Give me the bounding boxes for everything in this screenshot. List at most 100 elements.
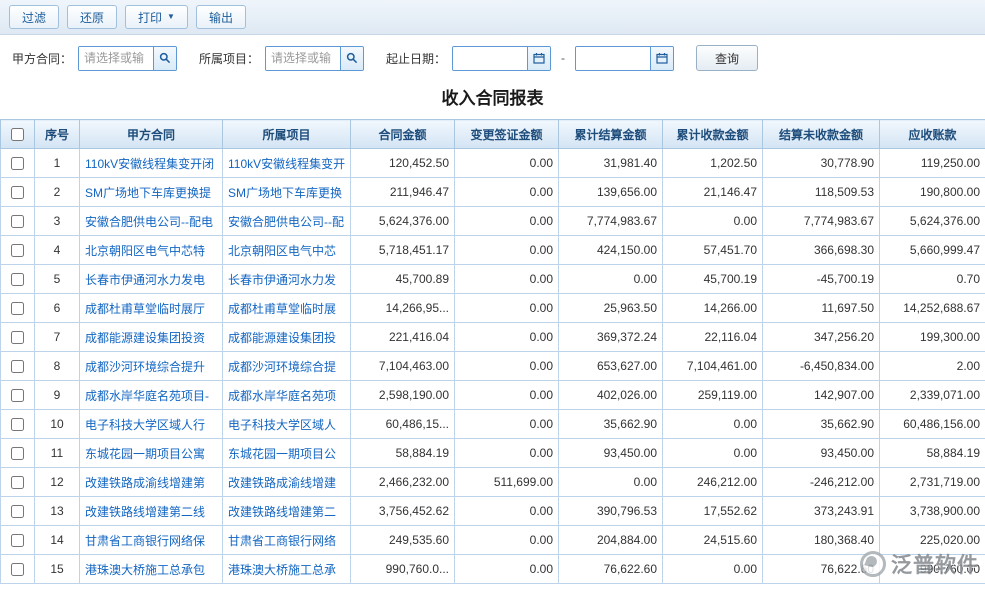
row-checkbox[interactable] [11, 331, 24, 344]
project-link[interactable]: 长春市伊通河水力发 [223, 265, 351, 294]
contract-link[interactable]: 成都水岸华庭名苑项目- [80, 381, 223, 410]
contract-link[interactable]: 改建铁路线增建第二线 [80, 497, 223, 526]
chevron-down-icon: ▼ [167, 13, 175, 21]
contract-link[interactable]: 成都能源建设集团投资 [80, 323, 223, 352]
print-button-label: 打印 [138, 9, 162, 26]
row-checkbox[interactable] [11, 360, 24, 373]
project-link[interactable]: SM广场地下车库更换 [223, 178, 351, 207]
amount-cell: 0.70 [880, 265, 985, 294]
row-checkbox[interactable] [11, 476, 24, 489]
project-link[interactable]: 甘肃省工商银行网络 [223, 526, 351, 555]
amount-cell: 0.00 [663, 207, 763, 236]
column-header-received: 累计收款金额 [663, 120, 763, 149]
table-row: 13改建铁路线增建第二线改建铁路线增建第二3,756,452.620.00390… [1, 497, 985, 526]
amount-cell: 0.00 [455, 352, 559, 381]
row-index-cell: 2 [35, 178, 80, 207]
project-input[interactable] [266, 47, 340, 70]
row-checkbox[interactable] [11, 534, 24, 547]
amount-cell: 57,451.70 [663, 236, 763, 265]
contract-link[interactable]: 东城花园一期项目公寓 [80, 439, 223, 468]
party-contract-input[interactable] [79, 47, 153, 70]
amount-cell: -45,700.19 [763, 265, 880, 294]
amount-cell: 2,339,071.00 [880, 381, 985, 410]
row-checkbox-cell [1, 149, 35, 178]
contract-link[interactable]: 长春市伊通河水力发电 [80, 265, 223, 294]
date-end-picker-button[interactable] [650, 47, 673, 70]
amount-cell: 22,116.04 [663, 323, 763, 352]
row-index-cell: 1 [35, 149, 80, 178]
project-search-button[interactable] [340, 47, 363, 70]
export-button[interactable]: 输出 [196, 5, 246, 29]
amount-cell: 0.00 [455, 323, 559, 352]
row-checkbox[interactable] [11, 215, 24, 228]
row-checkbox[interactable] [11, 418, 24, 431]
row-checkbox[interactable] [11, 505, 24, 518]
row-checkbox[interactable] [11, 157, 24, 170]
contract-link[interactable]: 港珠澳大桥施工总承包 [80, 555, 223, 584]
amount-cell: 190,800.00 [880, 178, 985, 207]
project-link[interactable]: 成都杜甫草堂临时展 [223, 294, 351, 323]
project-link[interactable]: 东城花园一期项目公 [223, 439, 351, 468]
contract-link[interactable]: SM广场地下车库更换提 [80, 178, 223, 207]
print-button[interactable]: 打印 ▼ [125, 5, 188, 29]
contract-link[interactable]: 改建铁路成渝线增建第 [80, 468, 223, 497]
row-checkbox[interactable] [11, 389, 24, 402]
amount-cell: 21,146.47 [663, 178, 763, 207]
calendar-icon [656, 52, 668, 64]
amount-cell: 180,368.40 [763, 526, 880, 555]
filter-button-label: 过滤 [22, 9, 46, 26]
amount-cell: 0.00 [663, 555, 763, 584]
row-checkbox[interactable] [11, 447, 24, 460]
table-header-row: 序号 甲方合同 所属项目 合同金额 变更签证金额 累计结算金额 累计收款金额 结… [1, 120, 985, 149]
row-checkbox[interactable] [11, 302, 24, 315]
project-link[interactable]: 港珠澳大桥施工总承 [223, 555, 351, 584]
amount-cell: 653,627.00 [559, 352, 663, 381]
date-end-input[interactable] [576, 47, 650, 70]
party-contract-searchbox [78, 46, 177, 71]
project-link[interactable]: 成都水岸华庭名苑项 [223, 381, 351, 410]
calendar-icon [533, 52, 545, 64]
contract-link[interactable]: 甘肃省工商银行网络保 [80, 526, 223, 555]
amount-cell: 93,450.00 [559, 439, 663, 468]
project-link[interactable]: 北京朝阳区电气中芯 [223, 236, 351, 265]
amount-cell: 30,778.90 [763, 149, 880, 178]
date-start-input[interactable] [453, 47, 527, 70]
project-link[interactable]: 改建铁路线增建第二 [223, 497, 351, 526]
row-checkbox[interactable] [11, 186, 24, 199]
table-row: 10电子科技大学区域人行电子科技大学区域人60,486,15...0.0035,… [1, 410, 985, 439]
date-start-picker-button[interactable] [527, 47, 550, 70]
row-checkbox[interactable] [11, 563, 24, 576]
row-checkbox[interactable] [11, 273, 24, 286]
date-range-label: 起止日期： [386, 50, 446, 67]
project-link[interactable]: 电子科技大学区域人 [223, 410, 351, 439]
amount-cell: 5,624,376.00 [351, 207, 455, 236]
row-checkbox[interactable] [11, 244, 24, 257]
contract-link[interactable]: 安徽合肥供电公司--配电 [80, 207, 223, 236]
party-contract-search-button[interactable] [153, 47, 176, 70]
contract-link[interactable]: 110kV安徽线程集变开闭 [80, 149, 223, 178]
amount-cell: 14,266,95... [351, 294, 455, 323]
project-link[interactable]: 安徽合肥供电公司--配 [223, 207, 351, 236]
contract-link[interactable]: 成都沙河环境综合提升 [80, 352, 223, 381]
project-link[interactable]: 成都能源建设集团投 [223, 323, 351, 352]
restore-button[interactable]: 还原 [67, 5, 117, 29]
amount-cell: 990,760.0... [351, 555, 455, 584]
amount-cell: 142,907.00 [763, 381, 880, 410]
table-row: 8成都沙河环境综合提升成都沙河环境综合提7,104,463.000.00653,… [1, 352, 985, 381]
report-table-body: 1110kV安徽线程集变开闭110kV安徽线程集变开120,452.500.00… [1, 149, 985, 584]
contract-link[interactable]: 北京朝阳区电气中芯特 [80, 236, 223, 265]
table-row: 1110kV安徽线程集变开闭110kV安徽线程集变开120,452.500.00… [1, 149, 985, 178]
filter-button[interactable]: 过滤 [9, 5, 59, 29]
query-button[interactable]: 查询 [696, 45, 758, 71]
amount-cell: 2,731,719.00 [880, 468, 985, 497]
row-checkbox-cell [1, 381, 35, 410]
table-row: 3安徽合肥供电公司--配电安徽合肥供电公司--配5,624,376.000.00… [1, 207, 985, 236]
project-link[interactable]: 改建铁路成渝线增建 [223, 468, 351, 497]
contract-link[interactable]: 成都杜甫草堂临时展厅 [80, 294, 223, 323]
select-all-checkbox[interactable] [11, 128, 24, 141]
project-link[interactable]: 110kV安徽线程集变开 [223, 149, 351, 178]
project-link[interactable]: 成都沙河环境综合提 [223, 352, 351, 381]
table-row: 15港珠澳大桥施工总承包港珠澳大桥施工总承990,760.0...0.0076,… [1, 555, 985, 584]
amount-cell: 25,963.50 [559, 294, 663, 323]
contract-link[interactable]: 电子科技大学区域人行 [80, 410, 223, 439]
